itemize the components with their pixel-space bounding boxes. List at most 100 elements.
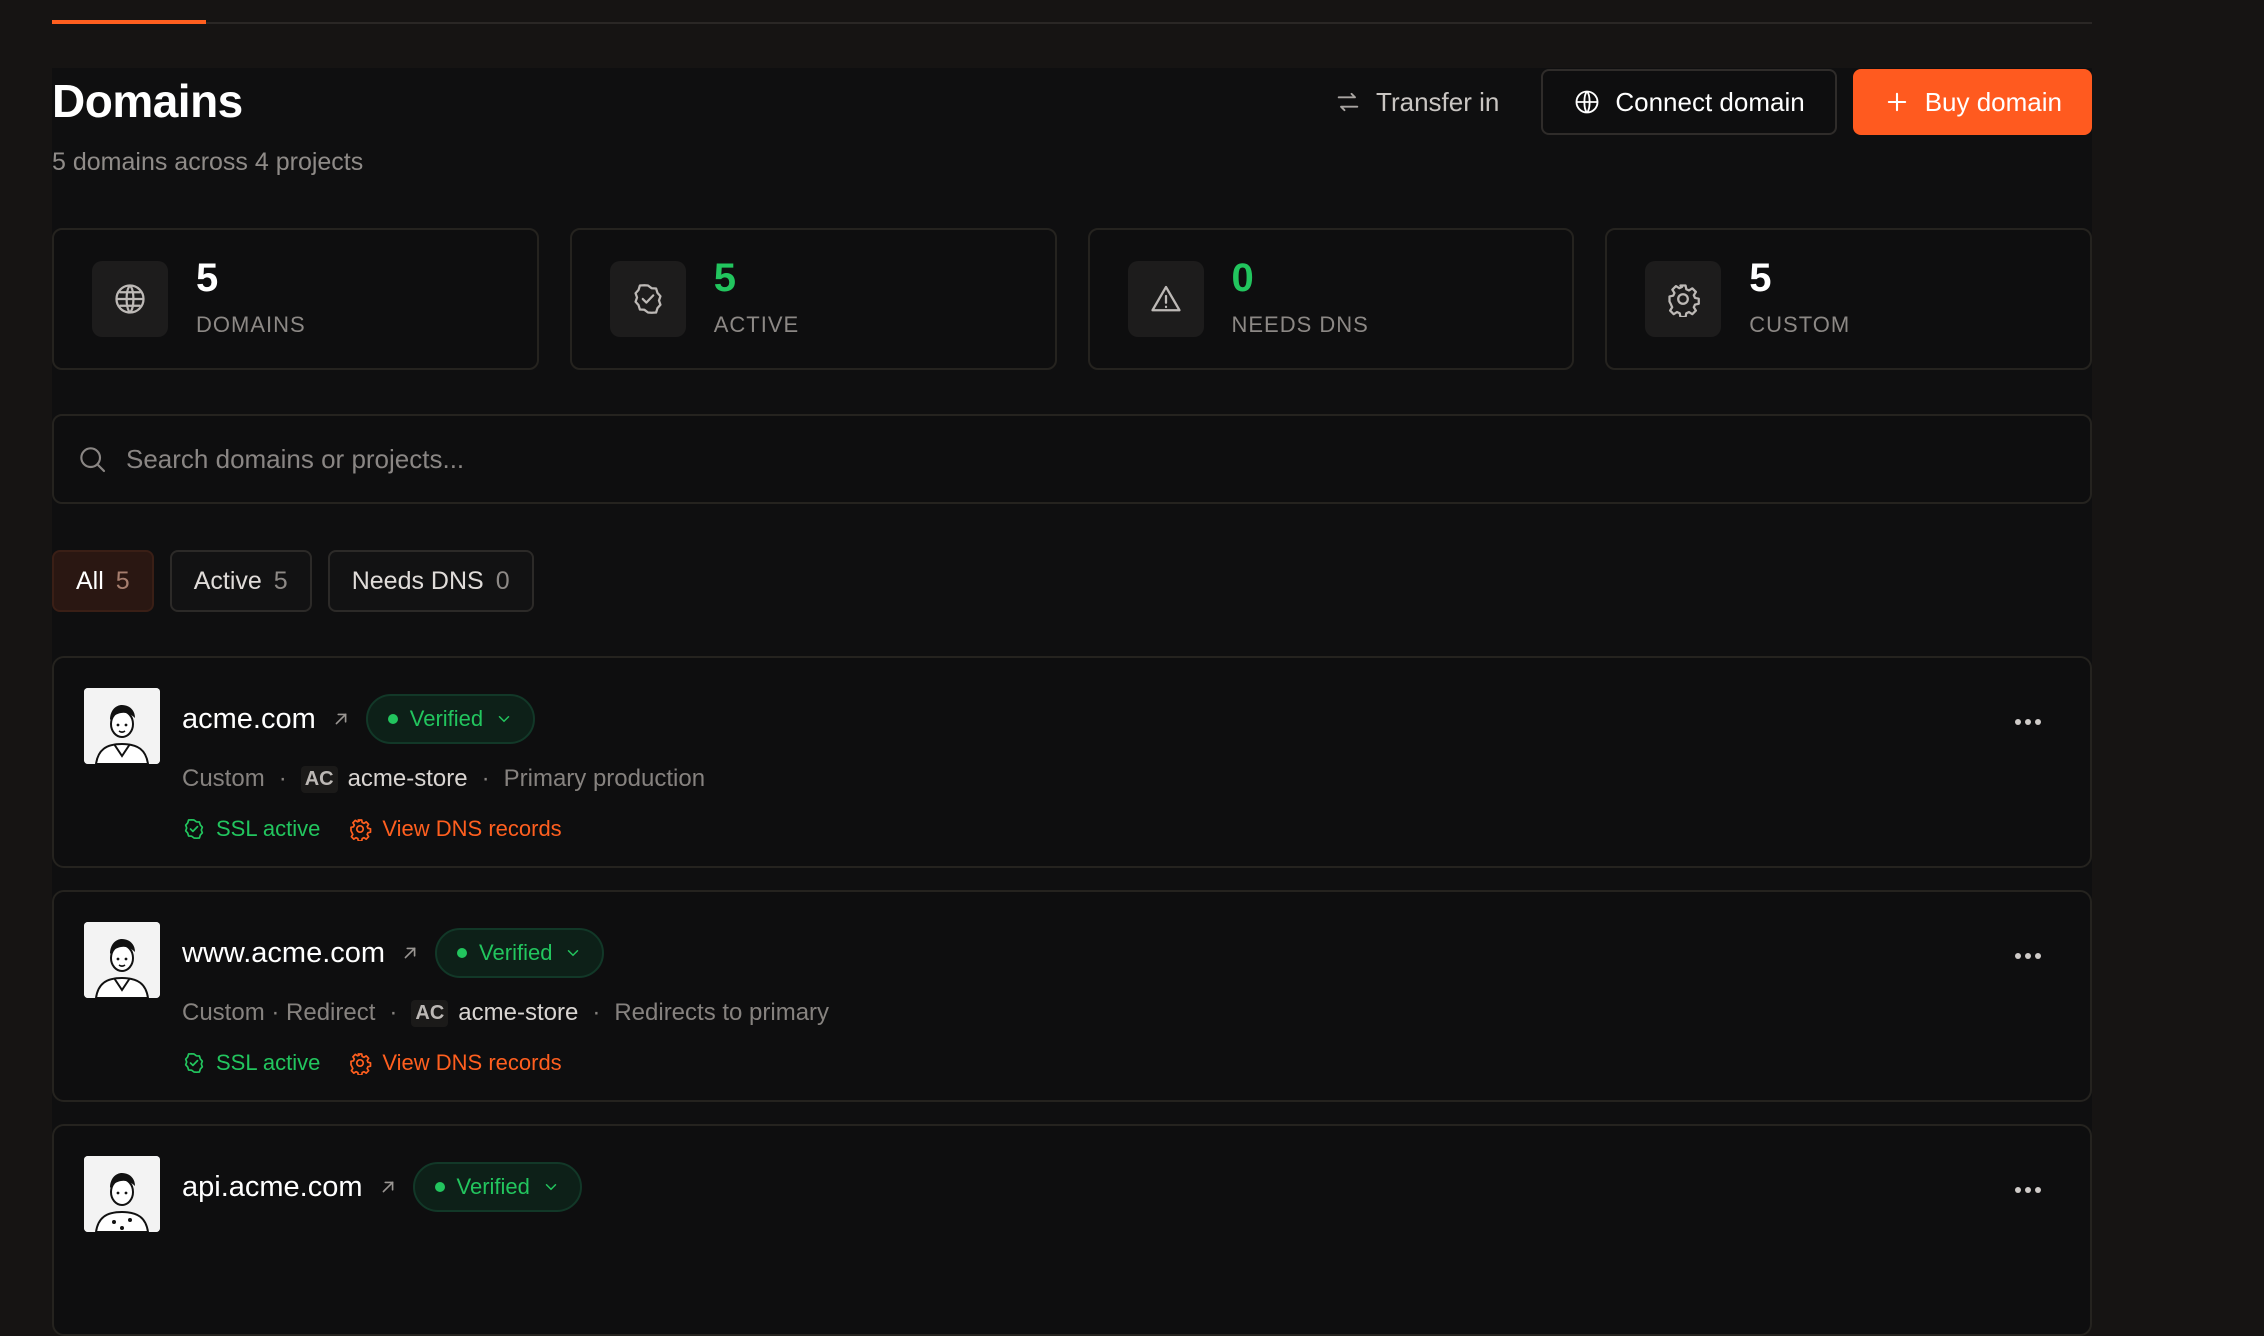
more-options-icon[interactable] [2010, 944, 2046, 968]
globe-icon [115, 284, 145, 314]
stat-value: 5 [196, 256, 219, 300]
filter-active[interactable]: Active 5 [169, 550, 312, 612]
stat-value: 5 [1749, 256, 1772, 300]
domain-name[interactable]: www.acme.com [182, 937, 385, 970]
ssl-status: SSL active [182, 816, 320, 842]
domain-row: www.acme.com Verified [182, 926, 605, 980]
meta-separator: · [389, 999, 398, 1026]
domain-name[interactable]: acme.com [182, 703, 316, 736]
meta-separator: · [481, 765, 490, 792]
badge-check-icon [634, 284, 662, 314]
dns-link-label: View DNS records [382, 816, 562, 841]
view-dns-records-link[interactable]: View DNS records [348, 1050, 562, 1076]
dns-link-label: View DNS records [382, 1050, 562, 1075]
avatar-illustration-icon [84, 1156, 160, 1232]
project-link[interactable]: AC acme-store [300, 765, 468, 793]
filter-label: Active [193, 566, 262, 595]
external-link-icon[interactable] [330, 708, 352, 730]
project-link[interactable]: AC acme-store [411, 999, 578, 1027]
status-dot [387, 714, 398, 724]
plus-icon [1887, 92, 1906, 112]
search-input[interactable] [126, 443, 2090, 475]
domain-card[interactable]: www.acme.com Verified Custom · Redirect … [52, 890, 2092, 1102]
avatar [84, 1156, 160, 1232]
domain-card[interactable]: api.acme.com Verified [52, 1124, 2092, 1336]
avatar-illustration-icon [84, 922, 160, 998]
domain-name[interactable]: api.acme.com [182, 1171, 363, 1204]
status-label: Verified [479, 940, 553, 965]
page-subtitle: 5 domains across 4 projects [52, 148, 364, 176]
meta-separator: · [592, 999, 601, 1026]
warning-icon [1150, 285, 1181, 312]
status-label: Verified [409, 706, 484, 731]
ssl-label: SSL active [216, 816, 321, 841]
stat-icon-box [609, 261, 686, 337]
external-link-icon[interactable] [399, 942, 421, 964]
more-options-icon[interactable] [2010, 710, 2046, 734]
gear-icon [1668, 284, 1701, 317]
stat-icon-box [1645, 261, 1722, 337]
domain-row: acme.com Verified [182, 692, 536, 746]
stat-value: 5 [713, 256, 736, 300]
filter-count: 5 [273, 566, 288, 595]
stat-card-custom: 5 CUSTOM [1605, 228, 2092, 370]
status-dot [457, 948, 468, 958]
status-badge[interactable]: Verified [412, 1162, 582, 1212]
domain-type: Custom · Redirect [182, 999, 376, 1026]
transfer-icon [1337, 92, 1359, 112]
filter-count: 0 [495, 566, 510, 595]
view-dns-records-link[interactable]: View DNS records [348, 816, 562, 842]
buy-domain-label: Buy domain [1924, 86, 2062, 117]
meta-separator: · [278, 765, 287, 792]
top-tab-bar [52, 0, 2092, 24]
page-title: Domains [52, 75, 243, 127]
filter-label: All [76, 566, 104, 595]
stat-label: ACTIVE [713, 312, 800, 337]
search-bar [52, 414, 2092, 504]
status-badge[interactable]: Verified [365, 694, 536, 744]
domain-meta: Custom · Redirect · AC acme-store · Redi… [182, 996, 829, 1030]
connect-domain-label: Connect domain [1615, 86, 1805, 117]
gear-icon [350, 819, 372, 841]
filter-count: 5 [115, 566, 130, 595]
filter-needs-dns[interactable]: Needs DNS 0 [327, 550, 534, 612]
avatar-illustration-icon [84, 688, 160, 764]
transfer-in-label: Transfer in [1376, 86, 1500, 117]
ssl-label: SSL active [216, 1050, 321, 1075]
stat-card-needs-dns: 0 NEEDS DNS [1087, 228, 1575, 370]
domain-card[interactable]: acme.com Verified Custom · AC acme-store… [52, 656, 2092, 868]
stat-label: CUSTOM [1749, 312, 1851, 337]
stat-card-active: 5 ACTIVE [569, 228, 1057, 370]
domain-type: Custom [182, 765, 265, 792]
filter-all[interactable]: All 5 [52, 550, 154, 612]
filter-label: Needs DNS [351, 566, 484, 595]
project-name: acme-store [458, 999, 579, 1026]
stat-icon-box [1127, 261, 1204, 337]
status-dot [434, 1182, 445, 1192]
stat-label: NEEDS DNS [1231, 312, 1369, 337]
gear-icon [350, 1053, 372, 1075]
domain-row: api.acme.com Verified [182, 1160, 582, 1214]
domain-meta: Custom · AC acme-store · Primary product… [182, 762, 705, 796]
stat-card-domains: 5 DOMAINS [52, 228, 539, 370]
status-badge[interactable]: Verified [435, 928, 605, 978]
filter-chips: All 5 Active 5 Needs DNS 0 [52, 550, 534, 612]
project-name: acme-store [347, 765, 468, 792]
status-label: Verified [456, 1174, 530, 1199]
transfer-in-button[interactable]: Transfer in [1308, 69, 1525, 135]
external-link-icon[interactable] [377, 1176, 399, 1198]
active-tab-indicator [52, 20, 206, 24]
more-options-icon[interactable] [2010, 1178, 2046, 1202]
stat-value: 0 [1231, 256, 1254, 300]
stats-row: 5 DOMAINS 5 ACTIVE 0 NEEDS DNS 5 CUSTOM [52, 228, 2092, 370]
search-icon [80, 447, 106, 473]
avatar [84, 922, 160, 998]
buy-domain-button[interactable]: Buy domain [1852, 69, 2092, 135]
domains-panel: Domains 5 domains across 4 projects Tran… [52, 68, 2092, 1336]
avatar [84, 688, 160, 764]
page: Domains 5 domains across 4 projects Tran… [52, 0, 2092, 1336]
stat-icon-box [92, 261, 168, 337]
chevron-down-icon [568, 950, 579, 957]
chevron-down-icon [498, 716, 510, 723]
connect-domain-button[interactable]: Connect domain [1541, 69, 1837, 135]
